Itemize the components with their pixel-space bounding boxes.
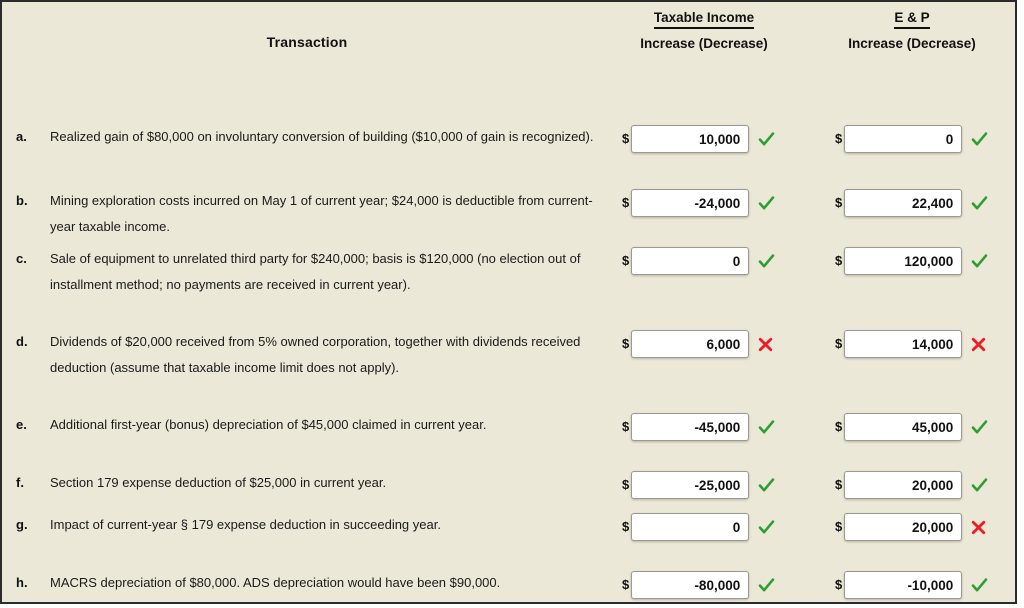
cross-icon — [971, 337, 986, 352]
taxable-income-input[interactable]: 0 — [631, 513, 750, 541]
check-icon — [971, 477, 988, 494]
transaction-description: Sale of equipment to unrelated third par… — [50, 251, 581, 292]
column-header-ep: E & P Increase (Decrease) — [822, 10, 1002, 52]
check-icon — [971, 131, 988, 148]
transaction-description: Section 179 expense deduction of $25,000… — [50, 475, 387, 490]
taxable-income-cell: $ -45,000 — [622, 412, 775, 442]
column-header-taxable-income-title: Taxable Income — [653, 10, 755, 29]
check-icon — [758, 195, 775, 212]
taxable-income-input[interactable]: 6,000 — [631, 330, 750, 358]
transaction-description: Mining exploration costs incurred on May… — [50, 193, 593, 234]
transaction-description: Additional first-year (bonus) depreciati… — [50, 417, 487, 432]
worksheet-header: Transaction Taxable Income Increase (Dec… — [2, 2, 1015, 60]
currency-symbol: $ — [835, 252, 843, 268]
currency-symbol: $ — [835, 335, 843, 351]
row-letter: f. — [16, 475, 24, 490]
taxable-income-cell: $6,000 — [622, 329, 773, 359]
row-letter: d. — [16, 334, 28, 349]
ep-input[interactable]: 20,000 — [844, 513, 963, 541]
ep-cell: $22,400 — [835, 188, 988, 218]
taxable-income-cell: $10,000 — [622, 124, 775, 154]
ep-cell: $0 — [835, 124, 988, 154]
transaction-description: Dividends of $20,000 received from 5% ow… — [50, 334, 581, 375]
ep-cell: $14,000 — [835, 329, 986, 359]
ep-input[interactable]: 120,000 — [844, 247, 963, 275]
currency-symbol: $ — [835, 194, 843, 210]
ep-input[interactable]: 20,000 — [844, 471, 963, 499]
taxable-income-cell: $ -80,000 — [622, 570, 775, 600]
check-icon — [758, 477, 775, 494]
taxable-income-input[interactable]: -24,000 — [631, 189, 750, 217]
column-header-transaction: Transaction — [266, 34, 348, 50]
check-icon — [758, 419, 775, 436]
cross-icon — [971, 520, 986, 535]
currency-symbol: $ — [622, 476, 630, 492]
ep-cell: $45,000 — [835, 412, 988, 442]
ep-cell: $ -10,000 — [835, 570, 988, 600]
transaction-description: Realized gain of $80,000 on involuntary … — [50, 129, 594, 144]
currency-symbol: $ — [835, 576, 843, 592]
check-icon — [758, 519, 775, 536]
taxable-income-cell: $ -25,000 — [622, 470, 775, 500]
row-letter: h. — [16, 575, 28, 590]
currency-symbol: $ — [622, 418, 630, 434]
check-icon — [758, 131, 775, 148]
taxable-income-input[interactable]: -25,000 — [631, 471, 750, 499]
taxable-income-input[interactable]: -45,000 — [631, 413, 750, 441]
ep-cell: $20,000 — [835, 470, 988, 500]
column-header-taxable-income: Taxable Income Increase (Decrease) — [614, 10, 794, 52]
currency-symbol: $ — [622, 194, 630, 210]
check-icon — [758, 577, 775, 594]
check-icon — [758, 253, 775, 270]
transaction-description: Impact of current-year § 179 expense ded… — [50, 517, 441, 532]
currency-symbol: $ — [835, 518, 843, 534]
row-letter: b. — [16, 193, 28, 208]
row-letter: g. — [16, 517, 28, 532]
check-icon — [971, 419, 988, 436]
taxable-income-cell: $0 — [622, 246, 775, 276]
ep-input[interactable]: 22,400 — [844, 189, 963, 217]
check-icon — [971, 577, 988, 594]
check-icon — [971, 253, 988, 270]
row-letter: c. — [16, 251, 27, 266]
ep-input[interactable]: 14,000 — [844, 330, 963, 358]
taxable-income-cell: $ -24,000 — [622, 188, 775, 218]
ep-cell: $120,000 — [835, 246, 988, 276]
ep-input[interactable]: 0 — [844, 125, 963, 153]
tax-worksheet: Transaction Taxable Income Increase (Dec… — [0, 0, 1017, 604]
currency-symbol: $ — [622, 518, 630, 534]
column-header-taxable-income-subtitle: Increase (Decrease) — [640, 36, 768, 51]
currency-symbol: $ — [835, 476, 843, 492]
column-header-ep-subtitle: Increase (Decrease) — [848, 36, 976, 51]
currency-symbol: $ — [622, 576, 630, 592]
currency-symbol: $ — [622, 335, 630, 351]
column-header-ep-title: E & P — [894, 10, 930, 29]
check-icon — [971, 195, 988, 212]
taxable-income-input[interactable]: 0 — [631, 247, 750, 275]
taxable-income-input[interactable]: 10,000 — [631, 125, 750, 153]
row-letter: a. — [16, 129, 27, 144]
row-letter: e. — [16, 417, 27, 432]
taxable-income-cell: $0 — [622, 512, 775, 542]
currency-symbol: $ — [835, 418, 843, 434]
currency-symbol: $ — [835, 130, 843, 146]
transaction-description: MACRS depreciation of $80,000. ADS depre… — [50, 575, 501, 590]
currency-symbol: $ — [622, 252, 630, 268]
cross-icon — [758, 337, 773, 352]
ep-input[interactable]: 45,000 — [844, 413, 963, 441]
ep-cell: $20,000 — [835, 512, 986, 542]
ep-input[interactable]: -10,000 — [844, 571, 963, 599]
taxable-income-input[interactable]: -80,000 — [631, 571, 750, 599]
currency-symbol: $ — [622, 130, 630, 146]
